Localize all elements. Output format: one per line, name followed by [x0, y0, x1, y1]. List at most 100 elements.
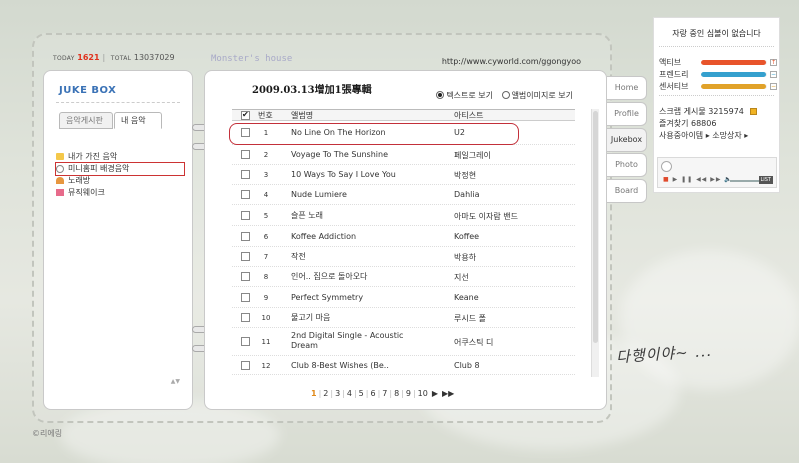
table-row[interactable]: 7 작전 박용하 — [232, 247, 575, 267]
select-all-checkbox[interactable] — [241, 109, 250, 120]
row-checkbox[interactable] — [241, 361, 250, 370]
row-album-title[interactable]: 인어.. 집으로 돌아오다 — [291, 272, 418, 282]
today-count: 1621 — [77, 53, 100, 62]
table-row[interactable]: 9 Perfect Symmetry Keane — [232, 287, 575, 308]
row-artist: 어쿠스틱 디 — [454, 338, 494, 347]
row-album-title[interactable]: 10 Ways To Say I Love You — [291, 170, 418, 180]
row-album-title[interactable]: Club 8-Best Wishes (Be.. — [291, 361, 418, 371]
page-link[interactable]: 1 — [311, 389, 317, 398]
tree-item-music-wake[interactable]: 뮤직웨이크 — [56, 187, 188, 199]
table-row[interactable]: 5 슬픈 노래 아마도 이자람 밴드 — [232, 205, 575, 226]
scroll-arrows-icon[interactable]: ▲▼ — [171, 378, 180, 385]
pager-divider: | — [377, 389, 381, 398]
scroll-thumb[interactable] — [593, 111, 598, 343]
total-label: TOTAL — [110, 55, 132, 62]
profile-widget: 자랑 중인 심볼이 없습니다 액티브 ↑ 프렌드리 − 센서티브 − 스크랩 게시물 32… — [653, 17, 780, 193]
pager-divider: | — [401, 389, 404, 398]
table-row[interactable]: 12 Club 8-Best Wishes (Be.. Club 8 — [232, 356, 575, 375]
row-artist: 박정현 — [454, 171, 477, 180]
row-checkbox[interactable] — [241, 232, 250, 241]
page-link[interactable]: 6 — [370, 389, 375, 398]
nav-board[interactable]: Board — [607, 179, 647, 203]
table-row[interactable]: 10 물고기 마음 루시드 폴 — [232, 308, 575, 328]
symbol-message: 자랑 중인 심볼이 없습니다 — [672, 29, 761, 38]
stat-row: 센서티브 − — [659, 82, 777, 92]
player-controls[interactable]: ■ ▶ ❚❚ ◀◀ ▶▶ 🔈 — [663, 176, 733, 183]
tab-my-music[interactable]: 내 음악 — [114, 112, 162, 129]
tab-music-board[interactable]: 음악게시판 — [59, 112, 113, 129]
row-number: 2 — [263, 151, 269, 159]
col-album: 앨범명 — [291, 111, 314, 120]
pager-divider: | — [330, 389, 334, 398]
row-album-title[interactable]: No Line On The Horizon — [291, 128, 418, 138]
table-scrollbar[interactable] — [591, 109, 599, 377]
page-link[interactable]: 10 — [418, 389, 428, 398]
table-row[interactable]: 11 2nd Digital Single - Acoustic Dream 어쿠스… — [232, 328, 575, 356]
nav-home[interactable]: Home — [607, 76, 647, 100]
page-link[interactable]: 8 — [394, 389, 399, 398]
row-album-title[interactable]: 슬픈 노래 — [291, 211, 418, 221]
row-checkbox[interactable] — [241, 150, 250, 159]
page-link[interactable]: 5 — [359, 389, 364, 398]
nav-profile[interactable]: Profile — [607, 102, 647, 126]
table-row[interactable]: 1 No Line On The Horizon U2 — [229, 121, 575, 145]
tree-item-karaoke[interactable]: 노래방 — [56, 175, 188, 187]
volume-slider[interactable] — [730, 180, 760, 182]
row-album-title[interactable]: Perfect Symmetry — [291, 293, 418, 303]
table-row[interactable]: 2 Voyage To The Sunshine 페일그레이 — [232, 145, 575, 165]
song-table: 번호 앨범명 아티스트 1 No Line On The Horizon U2 2 Vo… — [229, 109, 575, 375]
row-checkbox[interactable] — [241, 170, 250, 179]
row-checkbox[interactable] — [241, 272, 250, 281]
jukebox-main: 2009.03.13增加1張專輯 텍스트로 보기 앨범이미지로 보기 번호 앨범… — [204, 70, 607, 410]
page-link[interactable]: 9 — [406, 389, 411, 398]
site-url[interactable]: http://www.cyworld.com/ggongyoo — [442, 57, 581, 66]
stat-toggle-icon[interactable]: − — [770, 83, 777, 90]
scrap-count[interactable]: 스크랩 게시물 3215974 — [659, 106, 757, 117]
disc-icon — [661, 161, 672, 172]
view-text-radio[interactable] — [436, 91, 445, 99]
row-checkbox[interactable] — [241, 190, 250, 199]
favorite-count[interactable]: 즐겨찾기 68806 — [659, 118, 716, 129]
divider — [659, 46, 774, 47]
today-label: TODAY — [53, 55, 75, 62]
row-checkbox[interactable] — [241, 128, 250, 137]
page-link[interactable]: 3 — [335, 389, 340, 398]
row-artist: 지선 — [454, 273, 469, 282]
table-row[interactable]: 4 Nude Lumiere Dahlia — [232, 185, 575, 205]
row-checkbox[interactable] — [241, 313, 250, 322]
row-checkbox[interactable] — [241, 252, 250, 261]
row-checkbox[interactable] — [241, 293, 250, 302]
stat-toggle-icon[interactable]: − — [770, 71, 777, 78]
row-album-title[interactable]: Koffee Addiction — [291, 232, 418, 242]
pagination: 1 | 2 | 3 | 4 | 5 | 6 | 7 | 8 | 9 | 10 ▶ ▶▶ — [309, 389, 456, 398]
row-checkbox[interactable] — [241, 211, 250, 220]
table-row[interactable]: 8 인어.. 집으로 돌아오다 지선 — [232, 267, 575, 287]
row-checkbox[interactable] — [241, 337, 250, 346]
list-button[interactable]: LIST — [758, 176, 773, 184]
row-album-title[interactable]: 작전 — [291, 252, 418, 262]
last-page-button[interactable]: ▶▶ — [442, 389, 454, 398]
page-link[interactable]: 2 — [323, 389, 328, 398]
item-link[interactable]: 사용중아이템 ▸ 소망상자 ▸ — [659, 130, 748, 141]
table-row[interactable]: 3 10 Ways To Say I Love You 박정현 — [232, 165, 575, 185]
view-text-label[interactable]: 텍스트로 보기 — [446, 91, 493, 100]
stop-icon[interactable]: ■ — [663, 176, 670, 183]
page-link[interactable]: 7 — [382, 389, 387, 398]
nav-photo[interactable]: Photo — [607, 153, 647, 177]
tree-item-label: 내가 가진 음악 — [68, 152, 118, 161]
row-album-title[interactable]: Nude Lumiere — [291, 190, 418, 200]
row-album-title[interactable]: Voyage To The Sunshine — [291, 150, 418, 160]
row-artist: Club 8 — [454, 361, 480, 370]
next-page-button[interactable]: ▶ — [432, 389, 438, 398]
tree-item-label: 뮤직웨이크 — [68, 188, 105, 197]
row-album-title[interactable]: 2nd Digital Single - Acoustic Dream — [291, 331, 418, 351]
table-row[interactable]: 6 Koffee Addiction Koffee — [232, 226, 575, 247]
page-link[interactable]: 4 — [347, 389, 352, 398]
nav-jukebox[interactable]: Jukebox — [607, 128, 647, 152]
stat-toggle-icon[interactable]: ↑ — [770, 59, 777, 66]
tree-item-bgm[interactable]: 미니홈피 배경음악 — [55, 162, 185, 176]
tree-item-owned-music[interactable]: 내가 가진 음악 — [56, 151, 188, 163]
view-image-radio[interactable] — [501, 91, 510, 99]
row-album-title[interactable]: 물고기 마음 — [291, 313, 418, 323]
view-image-label[interactable]: 앨범이미지로 보기 — [512, 91, 573, 100]
